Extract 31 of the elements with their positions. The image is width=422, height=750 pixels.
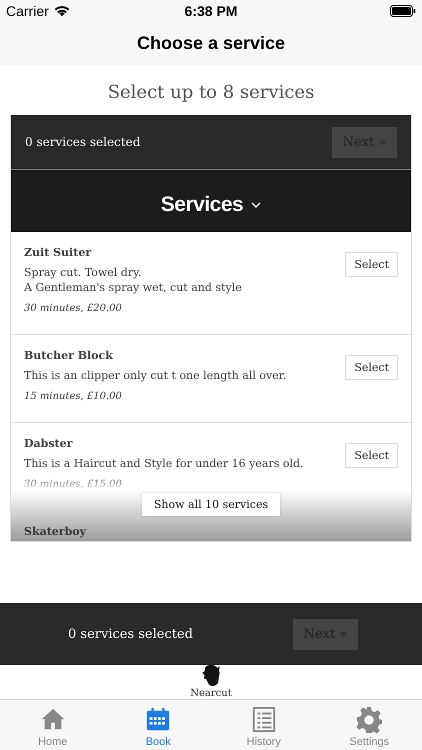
selection-count: 0 services selected [25, 135, 140, 149]
service-name: Dabster [24, 437, 74, 450]
service-description: This is an clipper only cut t one length all over. [24, 368, 286, 383]
duration-price: 30 minutes, £15.00 [24, 479, 123, 490]
selection-count: 0 services selected [68, 626, 193, 642]
list-icon [250, 706, 277, 734]
service-name: Butcher Block [24, 349, 114, 362]
duration-price: 15 minutes, £10.00 [24, 391, 123, 402]
select-button[interactable]: Select [345, 252, 398, 277]
tab-item[interactable]: Settings [316, 700, 422, 750]
heading: Select up to 8 services [106, 81, 316, 105]
clock-time: 6:38 PM [184, 3, 238, 19]
tab-item[interactable]: Home [0, 700, 106, 750]
carrier-label: Carrier [6, 3, 49, 19]
chevron-down-icon [251, 202, 262, 208]
service-name: Skaterboy [24, 525, 86, 538]
service-name: Zuit Suiter [24, 246, 92, 259]
screen-title: Choose a service [136, 33, 286, 54]
wifi-icon [54, 5, 70, 17]
select-button[interactable]: Select [345, 355, 398, 380]
section-title: Services [160, 193, 244, 217]
battery-icon [390, 5, 416, 17]
duration-price: 30 minutes, £20.00 [24, 303, 123, 314]
show-all-button[interactable]: Show all 10 services [142, 493, 280, 516]
select-button[interactable]: Select [345, 443, 398, 468]
service-description: This is a Haircut and Style for under 16 years old. [24, 456, 304, 471]
tab-item[interactable]: Book [106, 700, 211, 750]
settings-icon [356, 706, 382, 734]
service-description: Spray cut. Towel dry. A Gentleman's spray wet, cut and style [24, 265, 242, 295]
tab-item[interactable]: History [211, 700, 316, 750]
brand-name: Nearcut [190, 688, 232, 699]
